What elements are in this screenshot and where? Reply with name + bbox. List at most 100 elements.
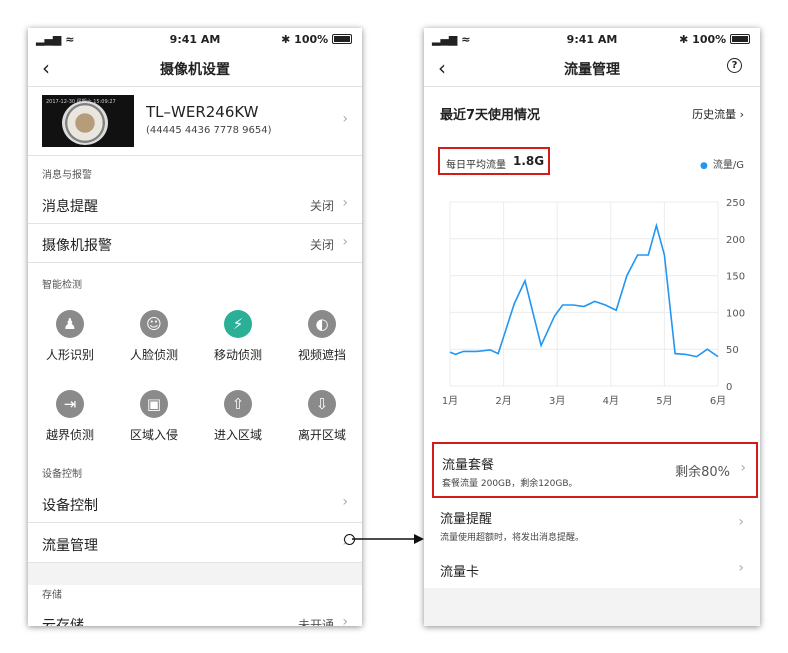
chevron-right-icon: ›	[342, 195, 348, 211]
status-bar: ▂▄▆ ≈ 9:41 AM ✱ 100%	[28, 28, 362, 50]
feature-label: 越界侦测	[45, 428, 94, 442]
device-row[interactable]: 2017-12-30 星期六 15:09:27 TL–WER246KW (444…	[28, 87, 362, 156]
running-icon: ⚡	[224, 310, 252, 338]
chevron-right-icon: ›	[739, 108, 744, 121]
feature-enter-area[interactable]: ⇧ 进入区域	[198, 390, 278, 443]
x-tick-label: 5月	[656, 395, 672, 407]
battery-icon	[332, 34, 352, 44]
feature-label: 区域入侵	[129, 428, 178, 442]
x-tick-label: 2月	[495, 395, 511, 407]
feature-label: 视频遮挡	[297, 348, 346, 362]
section-smart: 智能检测	[42, 280, 82, 291]
feature-region[interactable]: ▣ 区域入侵	[114, 390, 194, 443]
plan-subtitle: 套餐流量 200GB，剩余120GB。	[442, 479, 578, 489]
device-id: (44445 4436 7778 9654)	[146, 125, 272, 136]
leave-area-icon: ⇩	[308, 390, 336, 418]
feature-running[interactable]: ⚡ 移动侦测	[198, 310, 278, 363]
row-msg-remind[interactable]: 消息提醒 关闭 ›	[28, 185, 362, 224]
chevron-right-icon: ›	[738, 514, 744, 530]
feature-label: 人脸侦测	[129, 348, 178, 362]
legend-dot-icon: ●	[700, 161, 708, 171]
plan-remaining: 剩余80%	[675, 465, 730, 480]
y-tick-label: 0	[726, 382, 732, 393]
reminder-subtitle: 流量使用超额时，将发出消息提醒。	[440, 533, 585, 543]
y-tick-label: 150	[726, 272, 745, 283]
nav-bar: ‹ 摄像机设置	[28, 50, 362, 87]
feature-leave-area[interactable]: ⇩ 离开区域	[282, 390, 362, 443]
occlusion-icon: ◐	[308, 310, 336, 338]
row-label: 设备控制	[42, 498, 98, 514]
traffic-line-chart: 0 50 100 150 200 250 1月 2月 3月 4月 5月 6月	[442, 198, 745, 407]
section-alerts: 消息与报警	[42, 170, 92, 181]
battery-indicator: ✱ 100%	[281, 33, 352, 46]
chevron-right-icon: ›	[738, 560, 744, 576]
x-tick-label: 3月	[549, 395, 565, 407]
feature-label: 移动侦测	[213, 348, 262, 362]
traffic-reminder-row[interactable]: 流量提醒 流量使用超额时，将发出消息提醒。 ›	[424, 500, 760, 550]
chevron-right-icon: ›	[342, 234, 348, 250]
row-value: 未开通	[297, 618, 334, 626]
y-tick-label: 250	[726, 198, 745, 209]
device-name: TL–WER246KW	[146, 103, 259, 121]
nav-bar: ‹ 流量管理 ?	[424, 50, 760, 87]
legend-label: 流量/G	[712, 160, 744, 171]
battery-indicator: ✱ 100%	[679, 33, 750, 46]
sim-card-row[interactable]: 流量卡 ›	[424, 552, 760, 588]
reminder-title: 流量提醒	[440, 512, 493, 527]
row-label: 摄像机报警	[42, 238, 112, 254]
feature-occlusion[interactable]: ◐ 视频遮挡	[282, 310, 362, 363]
battery-percent: 100%	[294, 33, 329, 46]
feature-label: 人形识别	[45, 348, 94, 362]
row-traffic-management[interactable]: 流量管理 ›	[28, 524, 362, 563]
row-label: 流量管理	[42, 538, 98, 554]
row-label: 云存储	[42, 618, 84, 626]
camera-settings-screen: ▂▄▆ ≈ 9:41 AM ✱ 100% ‹ 摄像机设置 2017-12-30 …	[28, 28, 362, 626]
feature-person[interactable]: ♟ 人形识别	[30, 310, 110, 363]
section-storage: 存储	[42, 590, 62, 601]
row-label: 消息提醒	[42, 199, 98, 215]
usage-title: 最近7天使用情况	[440, 108, 541, 123]
enter-area-icon: ⇧	[224, 390, 252, 418]
face-icon: ☺	[140, 310, 168, 338]
y-tick-label: 100	[726, 308, 745, 319]
history-link-label: 历史流量	[692, 108, 737, 121]
bottom-gray-area	[424, 588, 760, 626]
section-gap	[28, 563, 362, 585]
help-icon[interactable]: ?	[727, 58, 742, 73]
feature-face[interactable]: ☺ 人脸侦测	[114, 310, 194, 363]
chart-legend: ● 流量/G	[700, 156, 744, 171]
avg-value: 1.8G	[513, 154, 545, 168]
chevron-right-icon: ›	[740, 460, 746, 476]
sim-title: 流量卡	[440, 565, 480, 580]
feature-label: 离开区域	[297, 428, 346, 442]
plot-frame	[449, 201, 719, 387]
chevron-right-icon: ›	[342, 111, 348, 127]
row-cam-alarm[interactable]: 摄像机报警 关闭 ›	[28, 224, 362, 263]
traffic-management-screen: ▂▄▆ ≈ 9:41 AM ✱ 100% ‹ 流量管理 ? 最近7天使用情况 历…	[424, 28, 760, 626]
x-tick-label: 1月	[442, 395, 458, 407]
history-link[interactable]: 历史流量 ›	[692, 106, 744, 122]
x-tick-label: 4月	[603, 395, 619, 407]
x-tick-label: 6月	[710, 395, 726, 407]
plan-title: 流量套餐	[442, 458, 495, 473]
chevron-right-icon: ›	[342, 494, 348, 510]
person-icon: ♟	[56, 310, 84, 338]
daily-average-box: 每日平均流量 1.8G	[438, 147, 550, 175]
row-value: 关闭	[309, 199, 334, 213]
cross-line-icon: ⇥	[56, 390, 84, 418]
connector-arrow	[352, 534, 424, 544]
battery-percent: 100%	[692, 33, 727, 46]
avg-label: 每日平均流量	[446, 160, 506, 171]
region-icon: ▣	[140, 390, 168, 418]
feature-cross-line[interactable]: ⇥ 越界侦测	[30, 390, 110, 443]
row-device-control[interactable]: 设备控制 ›	[28, 484, 362, 523]
y-tick-label: 200	[726, 235, 745, 246]
camera-lens-image	[62, 101, 108, 145]
row-value: 关闭	[309, 238, 334, 252]
row-cloud-storage[interactable]: 云存储 未开通 ›	[28, 604, 362, 626]
traffic-plan-row[interactable]: 流量套餐 套餐流量 200GB，剩余120GB。 剩余80% ›	[432, 442, 758, 498]
status-bar: ▂▄▆ ≈ 9:41 AM ✱ 100%	[424, 28, 760, 50]
page-title: 流量管理	[564, 62, 620, 78]
page-title: 摄像机设置	[160, 62, 230, 78]
traffic-series-line	[449, 222, 719, 358]
